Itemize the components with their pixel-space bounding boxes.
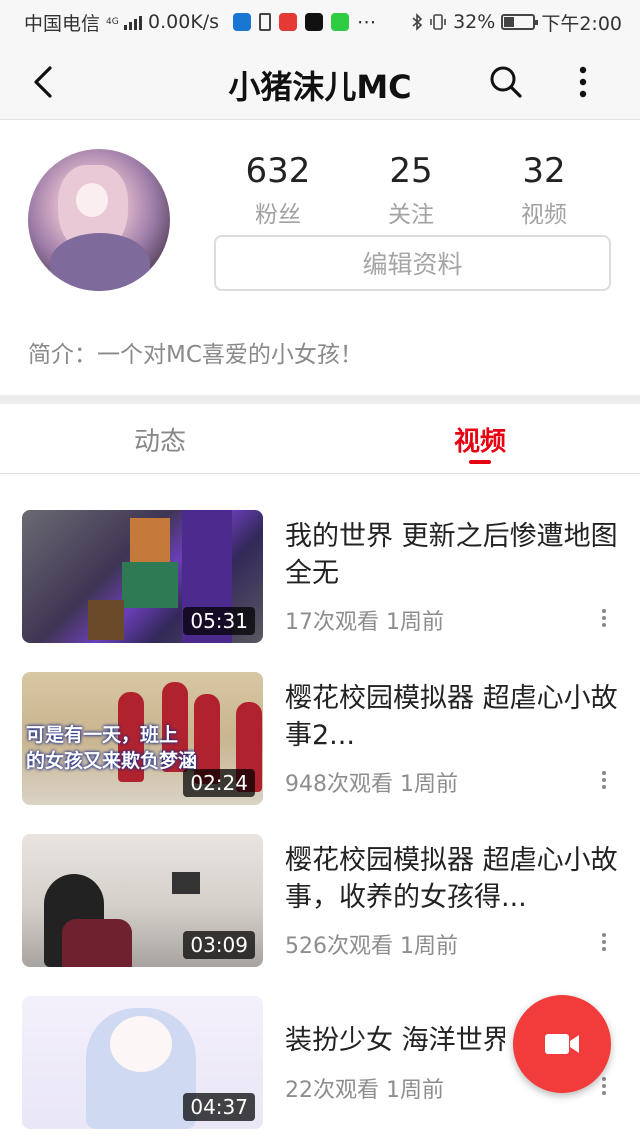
following-count: 25 xyxy=(389,151,433,191)
iqiyi-app-icon xyxy=(331,13,350,31)
video-thumbnail[interactable]: 04:37 xyxy=(22,996,263,1129)
profile-header: 632 粉丝 25 关注 32 视频 编辑资料 简介：一个对MC喜爱的小女孩！ xyxy=(0,121,640,395)
more-vertical-icon xyxy=(602,933,606,951)
video-meta: 948次观看 1周前 xyxy=(285,766,458,798)
video-duration: 02:24 xyxy=(183,769,255,797)
carrier-label: 中国电信 xyxy=(24,12,101,35)
fans-label: 粉丝 xyxy=(255,202,301,228)
stat-following[interactable]: 25 关注 xyxy=(356,151,466,229)
video-item[interactable]: 03:09 樱花校园模拟器 超虐心小故事，收养的女孩得... 526次观看 1周… xyxy=(0,834,640,974)
more-vertical-icon xyxy=(602,609,606,627)
search-button[interactable] xyxy=(486,62,526,102)
app-bar: 小猪沫儿MC xyxy=(0,44,640,120)
video-views: 526次观看 xyxy=(285,934,393,959)
video-meta: 22次观看 1周前 xyxy=(285,1072,444,1104)
video-duration: 05:31 xyxy=(183,607,255,635)
video-time: 1周前 xyxy=(400,772,458,797)
video-menu-button[interactable] xyxy=(594,606,614,630)
battery-icon xyxy=(501,14,539,30)
video-menu-button[interactable] xyxy=(594,768,614,792)
more-vertical-icon xyxy=(579,66,587,98)
thumbnail-caption: 可是有一天，班上 的女孩又来欺负梦涵 xyxy=(22,722,263,774)
videos-count: 32 xyxy=(522,151,566,191)
video-thumbnail[interactable]: 03:09 xyxy=(22,834,263,967)
status-bar: 中国电信 4G 0.00K/s ⋯ 32% 下午2:00 xyxy=(0,0,640,44)
tab-activity[interactable]: 动态 xyxy=(0,404,320,474)
tab-bar: 动态 视频 xyxy=(0,404,640,474)
video-time: 1周前 xyxy=(400,934,458,959)
hourglass-icon xyxy=(259,13,272,31)
video-meta: 17次观看 1周前 xyxy=(285,604,444,636)
active-tab-indicator xyxy=(469,460,491,464)
video-item[interactable]: 05:31 我的世界 更新之后惨遭地图全无 17次观看 1周前 xyxy=(0,510,640,650)
videos-label: 视频 xyxy=(521,202,567,228)
avatar[interactable] xyxy=(28,149,170,291)
video-title[interactable]: 装扮少女 海洋世界 xyxy=(285,1022,505,1059)
video-thumbnail[interactable]: 可是有一天，班上 的女孩又来欺负梦涵 02:24 xyxy=(22,672,263,805)
stat-videos[interactable]: 32 视频 xyxy=(489,151,599,229)
more-notifications-icon: ⋯ xyxy=(357,11,377,33)
search-icon xyxy=(490,66,522,98)
fans-count: 632 xyxy=(245,151,311,191)
toutiao-app-icon xyxy=(279,13,298,31)
stat-fans[interactable]: 632 粉丝 xyxy=(223,151,333,229)
video-views: 22次观看 xyxy=(285,1078,379,1103)
more-vertical-icon xyxy=(602,771,606,789)
video-views: 17次观看 xyxy=(285,610,379,635)
battery-percent: 32% xyxy=(453,11,496,33)
edit-profile-button[interactable]: 编辑资料 xyxy=(214,235,611,291)
capcut-app-icon xyxy=(305,13,324,31)
video-time: 1周前 xyxy=(386,610,444,635)
video-views: 948次观看 xyxy=(285,772,393,797)
record-video-button[interactable] xyxy=(513,995,611,1093)
vibrate-icon xyxy=(430,14,446,30)
video-thumbnail[interactable]: 05:31 xyxy=(22,510,263,643)
shield-app-icon xyxy=(233,13,252,31)
bluetooth-icon xyxy=(412,13,423,31)
signal-icon xyxy=(124,14,143,30)
video-duration: 03:09 xyxy=(183,931,255,959)
following-label: 关注 xyxy=(388,202,434,228)
clock: 下午2:00 xyxy=(541,12,622,35)
video-title[interactable]: 樱花校园模拟器 超虐心小故事，收养的女孩得... xyxy=(285,842,620,916)
video-item[interactable]: 可是有一天，班上 的女孩又来欺负梦涵 02:24 樱花校园模拟器 超虐心小故事2… xyxy=(0,672,640,812)
page-title: 小猪沫儿MC xyxy=(228,68,412,106)
video-time: 1周前 xyxy=(386,1078,444,1103)
video-menu-button[interactable] xyxy=(594,930,614,954)
notification-icons: ⋯ xyxy=(233,11,376,33)
video-title[interactable]: 樱花校园模拟器 超虐心小故事2... xyxy=(285,680,620,754)
video-meta: 526次观看 1周前 xyxy=(285,928,458,960)
network-type-label: 4G xyxy=(106,16,119,27)
net-speed-label: 0.00K/s xyxy=(148,11,220,33)
profile-intro: 简介：一个对MC喜爱的小女孩！ xyxy=(28,342,363,368)
more-options-button[interactable] xyxy=(566,62,600,102)
video-duration: 04:37 xyxy=(183,1093,255,1121)
section-divider xyxy=(0,395,640,404)
video-title[interactable]: 我的世界 更新之后惨遭地图全无 xyxy=(285,518,620,592)
video-camera-icon xyxy=(545,1034,579,1054)
thumbnail-caption-line: 可是有一天，班上 xyxy=(26,724,179,746)
